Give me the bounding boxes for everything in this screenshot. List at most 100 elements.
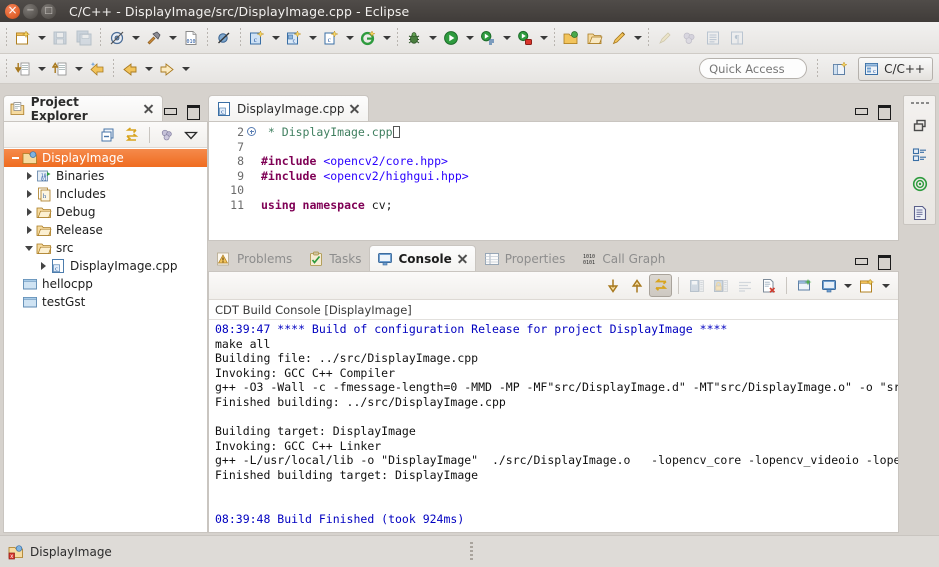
tree-item-src[interactable]: src [4,239,207,257]
search-button[interactable] [607,26,631,50]
new-wizard-button[interactable] [11,26,35,50]
new-c-file-button[interactable]: c [319,26,343,50]
new-c-file-dropdown[interactable] [343,26,356,50]
tree-twisty-minus[interactable] [8,149,22,167]
last-edit-down-dropdown[interactable] [35,57,48,81]
external-tools-button[interactable] [513,26,537,50]
open-console-dropdown[interactable] [879,274,892,298]
tree-item-hellocpp[interactable]: hellocpp [4,275,207,293]
minimize-bottom-panel-button[interactable] [854,254,868,267]
quick-access-input[interactable] [699,58,808,79]
tree-twisty-closed[interactable] [22,203,36,221]
close-icon[interactable] [143,103,154,114]
tab-project-explorer[interactable]: Project Explorer [3,95,163,123]
tab-tasks[interactable]: Tasks [300,245,369,271]
run-dropdown[interactable] [463,26,476,50]
tab-properties[interactable]: Properties [476,245,574,271]
last-edit-down-button[interactable] [11,57,35,81]
tree-item-release[interactable]: Release [4,221,207,239]
outline-view-button[interactable] [911,146,929,164]
git-dropdown[interactable] [380,26,393,50]
window-minimize-button[interactable] [23,2,38,20]
tree-item-debug[interactable]: Debug [4,203,207,221]
lock-console-button[interactable] [709,274,732,297]
focus-on-active-task-button[interactable] [156,124,178,146]
new-source-folder-button[interactable]: c [282,26,306,50]
wrap-text-button[interactable] [733,274,756,297]
status-bar-grip[interactable] [469,542,473,560]
close-icon[interactable] [349,103,360,114]
new-wizard-dropdown[interactable] [35,26,48,50]
tab-problems[interactable]: Problems [208,245,300,271]
tree-item-includes[interactable]: h Includes [4,185,207,203]
debug-dropdown[interactable] [426,26,439,50]
tree-item-displayimage[interactable]: DisplayImage [4,149,207,167]
last-edit-up-dropdown[interactable] [72,57,85,81]
maximize-view-button[interactable] [186,104,200,120]
view-menu-button[interactable] [180,124,202,146]
save-all-button[interactable] [72,26,96,50]
tree-item-displayimage-cpp[interactable]: c DisplayImage.cpp [4,257,207,275]
tree-twisty-open[interactable] [22,239,36,257]
tree-twisty-closed[interactable] [22,221,36,239]
paragraph-button[interactable]: ¶ [725,26,749,50]
scroll-up-button[interactable] [625,274,648,297]
build-config-dropdown[interactable] [129,26,142,50]
document-view-button[interactable] [911,204,929,222]
last-edit-up-button[interactable] [48,57,72,81]
profile-button[interactable] [476,26,500,50]
external-tools-dropdown[interactable] [537,26,550,50]
tree-item-binaries[interactable]: 10 01 Binaries [4,167,207,185]
tab-console[interactable]: Console [369,245,476,271]
search-dropdown[interactable] [631,26,644,50]
open-element-button[interactable] [583,26,607,50]
annotate-button[interactable] [653,26,677,50]
show-view-button[interactable] [701,26,725,50]
open-perspective-button[interactable] [828,57,852,81]
tree-twisty-closed[interactable] [22,167,36,185]
close-icon[interactable] [457,253,468,264]
tab-displayimage-cpp[interactable]: c DisplayImage.cpp [208,95,370,121]
navigate-back-dropdown[interactable] [142,57,155,81]
window-maximize-button[interactable] [41,3,56,19]
build-button[interactable] [142,26,166,50]
clear-console-button[interactable] [757,274,780,297]
scroll-down-button[interactable] [601,274,624,297]
profile-dropdown[interactable] [500,26,513,50]
link-with-editor-button[interactable] [121,124,143,146]
code-content[interactable]: * DisplayImage.cpp #include <opencv2/cor… [247,122,898,240]
tree-item-testgst[interactable]: testGst [4,293,207,311]
minimize-view-button[interactable] [163,104,177,117]
link-bubbles-button[interactable] [677,26,701,50]
editor-body[interactable]: 2 7 8 9 10 11 * DisplayImage.cpp #include <op… [208,121,899,241]
maximize-bottom-panel-button[interactable] [877,254,891,270]
display-console-dropdown[interactable] [841,274,854,298]
new-class-button[interactable]: c [245,26,269,50]
collapse-all-button[interactable] [97,124,119,146]
tree-twisty-closed[interactable] [36,257,50,275]
navigate-back-button[interactable] [118,57,142,81]
display-selected-console-button[interactable] [817,274,840,297]
fold-expand-icon[interactable] [247,127,256,136]
toggle-binary-button[interactable]: 010 [179,26,203,50]
restore-view-button[interactable] [911,117,929,135]
save-console-button[interactable] [685,274,708,297]
maximize-editor-button[interactable] [877,104,891,120]
pin-console-button[interactable] [793,274,816,297]
open-type-button[interactable] [559,26,583,50]
back-to-edit-button[interactable] [85,57,109,81]
build-config-button[interactable] [105,26,129,50]
git-repo-button[interactable] [356,26,380,50]
tab-call-graph[interactable]: 1010 0101 Call Graph [573,245,673,271]
target-view-button[interactable] [911,175,929,193]
project-tree[interactable]: DisplayImage 10 01 Binaries h Includes Debug Re… [4,148,207,532]
window-close-button[interactable] [5,2,20,19]
build-dropdown[interactable] [166,26,179,50]
tree-twisty-closed[interactable] [22,185,36,203]
new-source-folder-dropdown[interactable] [306,26,319,50]
debug-button[interactable] [402,26,426,50]
scroll-lock-button[interactable] [649,274,672,297]
minimize-editor-button[interactable] [854,104,868,117]
navigate-forward-button[interactable] [155,57,179,81]
navigate-forward-dropdown[interactable] [179,57,192,81]
